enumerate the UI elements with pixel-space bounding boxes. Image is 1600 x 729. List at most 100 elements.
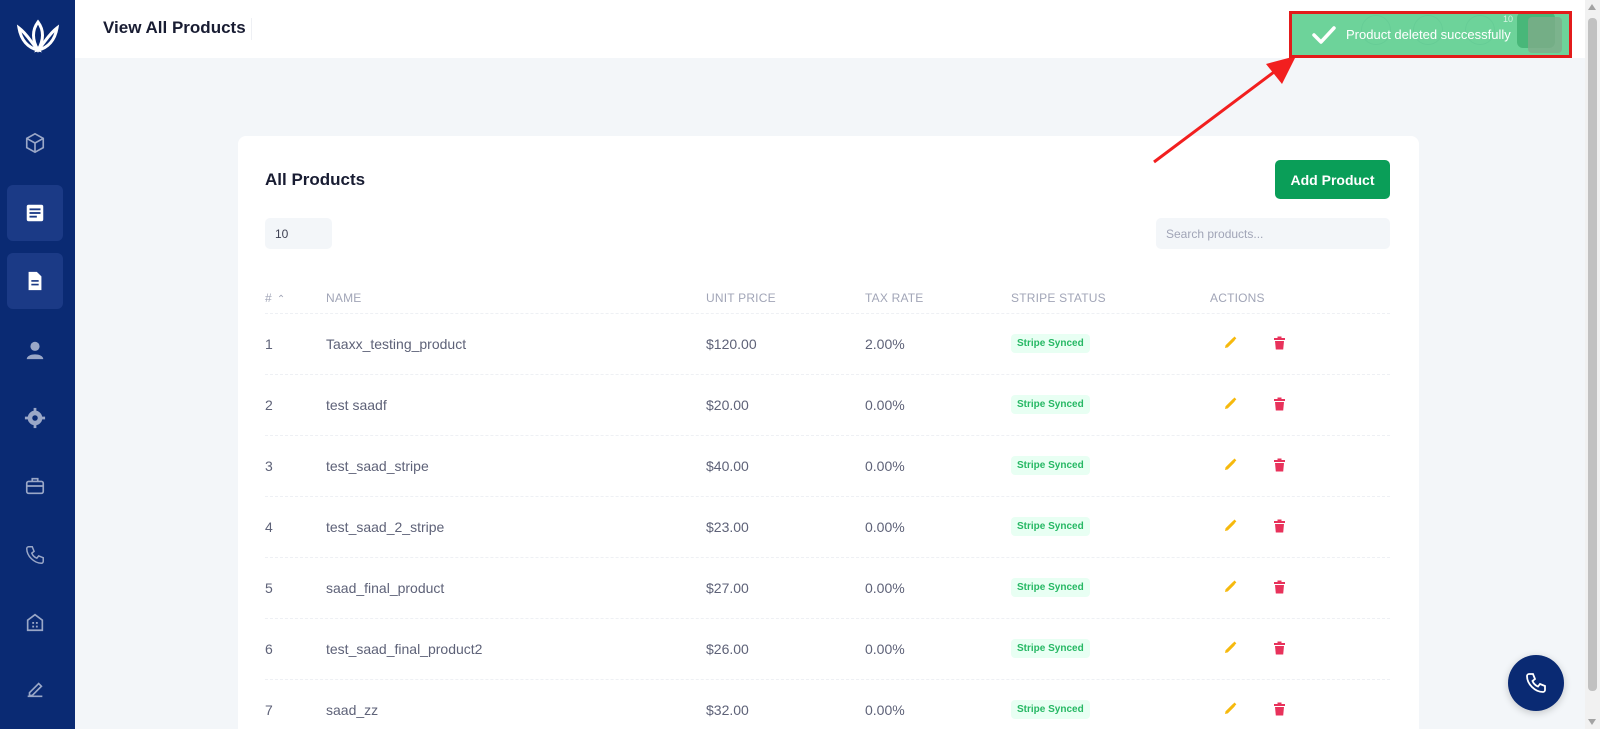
sidebar-item-settings[interactable] [7, 390, 63, 446]
unit-price: $120.00 [706, 336, 757, 352]
column-header-number[interactable]: # ⌃ [265, 291, 285, 305]
trash-icon [1273, 580, 1285, 594]
row-number: 4 [265, 519, 273, 535]
column-header-unit-price: UNIT PRICE [706, 291, 776, 305]
tax-rate: 0.00% [865, 702, 905, 718]
edit-product-button[interactable] [1222, 395, 1238, 413]
column-header-tax-rate: TAX RATE [865, 291, 924, 305]
unit-price: $32.00 [706, 702, 749, 718]
search-input[interactable] [1156, 218, 1390, 249]
stripe-status-badge: Stripe Synced [1011, 517, 1090, 536]
edit-product-button[interactable] [1222, 517, 1238, 535]
tax-rate: 0.00% [865, 641, 905, 657]
product-name: test_saad_2_stripe [326, 519, 445, 535]
sidebar-item-jobs[interactable] [7, 458, 63, 514]
product-name: saad_final_product [326, 580, 445, 596]
sidebar-item-products-cube[interactable] [7, 115, 63, 171]
table-row: 1 Taaxx_testing_product $120.00 2.00% St… [265, 314, 1390, 375]
delete-product-button[interactable] [1271, 334, 1287, 352]
delete-product-button[interactable] [1271, 639, 1287, 657]
sidebar-item-users[interactable] [7, 322, 63, 378]
stripe-status-badge: Stripe Synced [1011, 395, 1090, 414]
unit-price: $26.00 [706, 641, 749, 657]
row-number: 3 [265, 458, 273, 474]
delete-product-button[interactable] [1271, 517, 1287, 535]
row-number: 7 [265, 702, 273, 718]
unit-price: $40.00 [706, 458, 749, 474]
sidebar-item-company[interactable] [7, 594, 63, 650]
sidebar-item-invoices[interactable] [7, 185, 63, 241]
stripe-status-badge: Stripe Synced [1011, 334, 1090, 353]
column-header-name: NAME [326, 291, 362, 305]
scroll-thumb[interactable] [1588, 18, 1597, 691]
sidebar [0, 0, 75, 729]
row-number: 1 [265, 336, 273, 352]
page-title: View All Products [103, 18, 246, 37]
trash-icon [1273, 641, 1285, 655]
edit-product-button[interactable] [1222, 334, 1238, 352]
invoice-icon [26, 204, 44, 222]
table-row: 2 test saadf $20.00 0.00% Stripe Synced [265, 375, 1390, 436]
page-size-select[interactable]: 10 [265, 218, 332, 249]
gear-icon [24, 407, 46, 429]
pencil-icon [1225, 580, 1237, 592]
unit-price: $27.00 [706, 580, 749, 596]
edit-product-button[interactable] [1222, 700, 1238, 718]
edit-product-button[interactable] [1222, 639, 1238, 657]
row-number: 5 [265, 580, 273, 596]
building-icon [26, 613, 44, 632]
notification-count-badge: 10 [1502, 14, 1513, 24]
tax-rate: 0.00% [865, 519, 905, 535]
floating-call-button[interactable] [1508, 655, 1564, 711]
pencil-icon [1225, 458, 1237, 470]
success-toast[interactable]: Product deleted successfully 10 [1289, 11, 1572, 58]
table-row: 3 test_saad_stripe $40.00 0.00% Stripe S… [265, 436, 1390, 497]
stripe-status-badge: Stripe Synced [1011, 578, 1090, 597]
scroll-down-icon[interactable] [1588, 719, 1596, 725]
pencil-icon [1225, 702, 1237, 714]
sidebar-item-documents[interactable] [7, 253, 63, 309]
table-header: # ⌃ NAME UNIT PRICE TAX RATE STRIPE STATU… [265, 282, 1390, 314]
sidebar-item-edit[interactable] [7, 661, 63, 717]
delete-product-button[interactable] [1271, 578, 1287, 596]
briefcase-icon [25, 477, 45, 495]
tax-rate: 0.00% [865, 397, 905, 413]
user-icon [26, 341, 44, 360]
trash-icon [1273, 702, 1285, 716]
title-divider [251, 18, 252, 40]
products-card: All Products Add Product 10 #⌃ NAME UNIT… [238, 136, 1419, 729]
trash-icon [1273, 397, 1285, 411]
edit-product-button[interactable] [1222, 456, 1238, 474]
scroll-up-icon[interactable] [1588, 4, 1596, 10]
toast-message: Product deleted successfully [1346, 27, 1511, 42]
stripe-status-badge: Stripe Synced [1011, 456, 1090, 475]
trash-icon [1273, 336, 1285, 350]
table-row: 7 saad_zz $32.00 0.00% Stripe Synced [265, 680, 1390, 729]
check-icon [1312, 26, 1336, 44]
edit-icon [27, 682, 43, 698]
pencil-icon [1225, 519, 1237, 531]
annotation-arrow-icon [1153, 56, 1296, 164]
tax-rate: 0.00% [865, 458, 905, 474]
delete-product-button[interactable] [1271, 700, 1287, 718]
trash-icon [1273, 458, 1285, 472]
product-name: test_saad_stripe [326, 458, 429, 474]
product-name: test saadf [326, 397, 387, 413]
page-scrollbar[interactable] [1585, 0, 1600, 729]
table-row: 5 saad_final_product $27.00 0.00% Stripe… [265, 558, 1390, 619]
table-row: 6 test_saad_final_product2 $26.00 0.00% … [265, 619, 1390, 680]
sidebar-item-calls[interactable] [7, 527, 63, 583]
sort-asc-icon[interactable]: ⌃ [277, 294, 286, 305]
edit-product-button[interactable] [1222, 578, 1238, 596]
unit-price: $23.00 [706, 519, 749, 535]
delete-product-button[interactable] [1271, 456, 1287, 474]
delete-product-button[interactable] [1271, 395, 1287, 413]
pencil-icon [1225, 397, 1237, 409]
pencil-icon [1225, 641, 1237, 653]
lotus-logo-icon[interactable] [15, 16, 61, 56]
row-number: 6 [265, 641, 273, 657]
tax-rate: 0.00% [865, 580, 905, 596]
column-header-stripe-status: STRIPE STATUS [1011, 291, 1106, 305]
row-number: 2 [265, 397, 273, 413]
product-name: saad_zz [326, 702, 379, 718]
